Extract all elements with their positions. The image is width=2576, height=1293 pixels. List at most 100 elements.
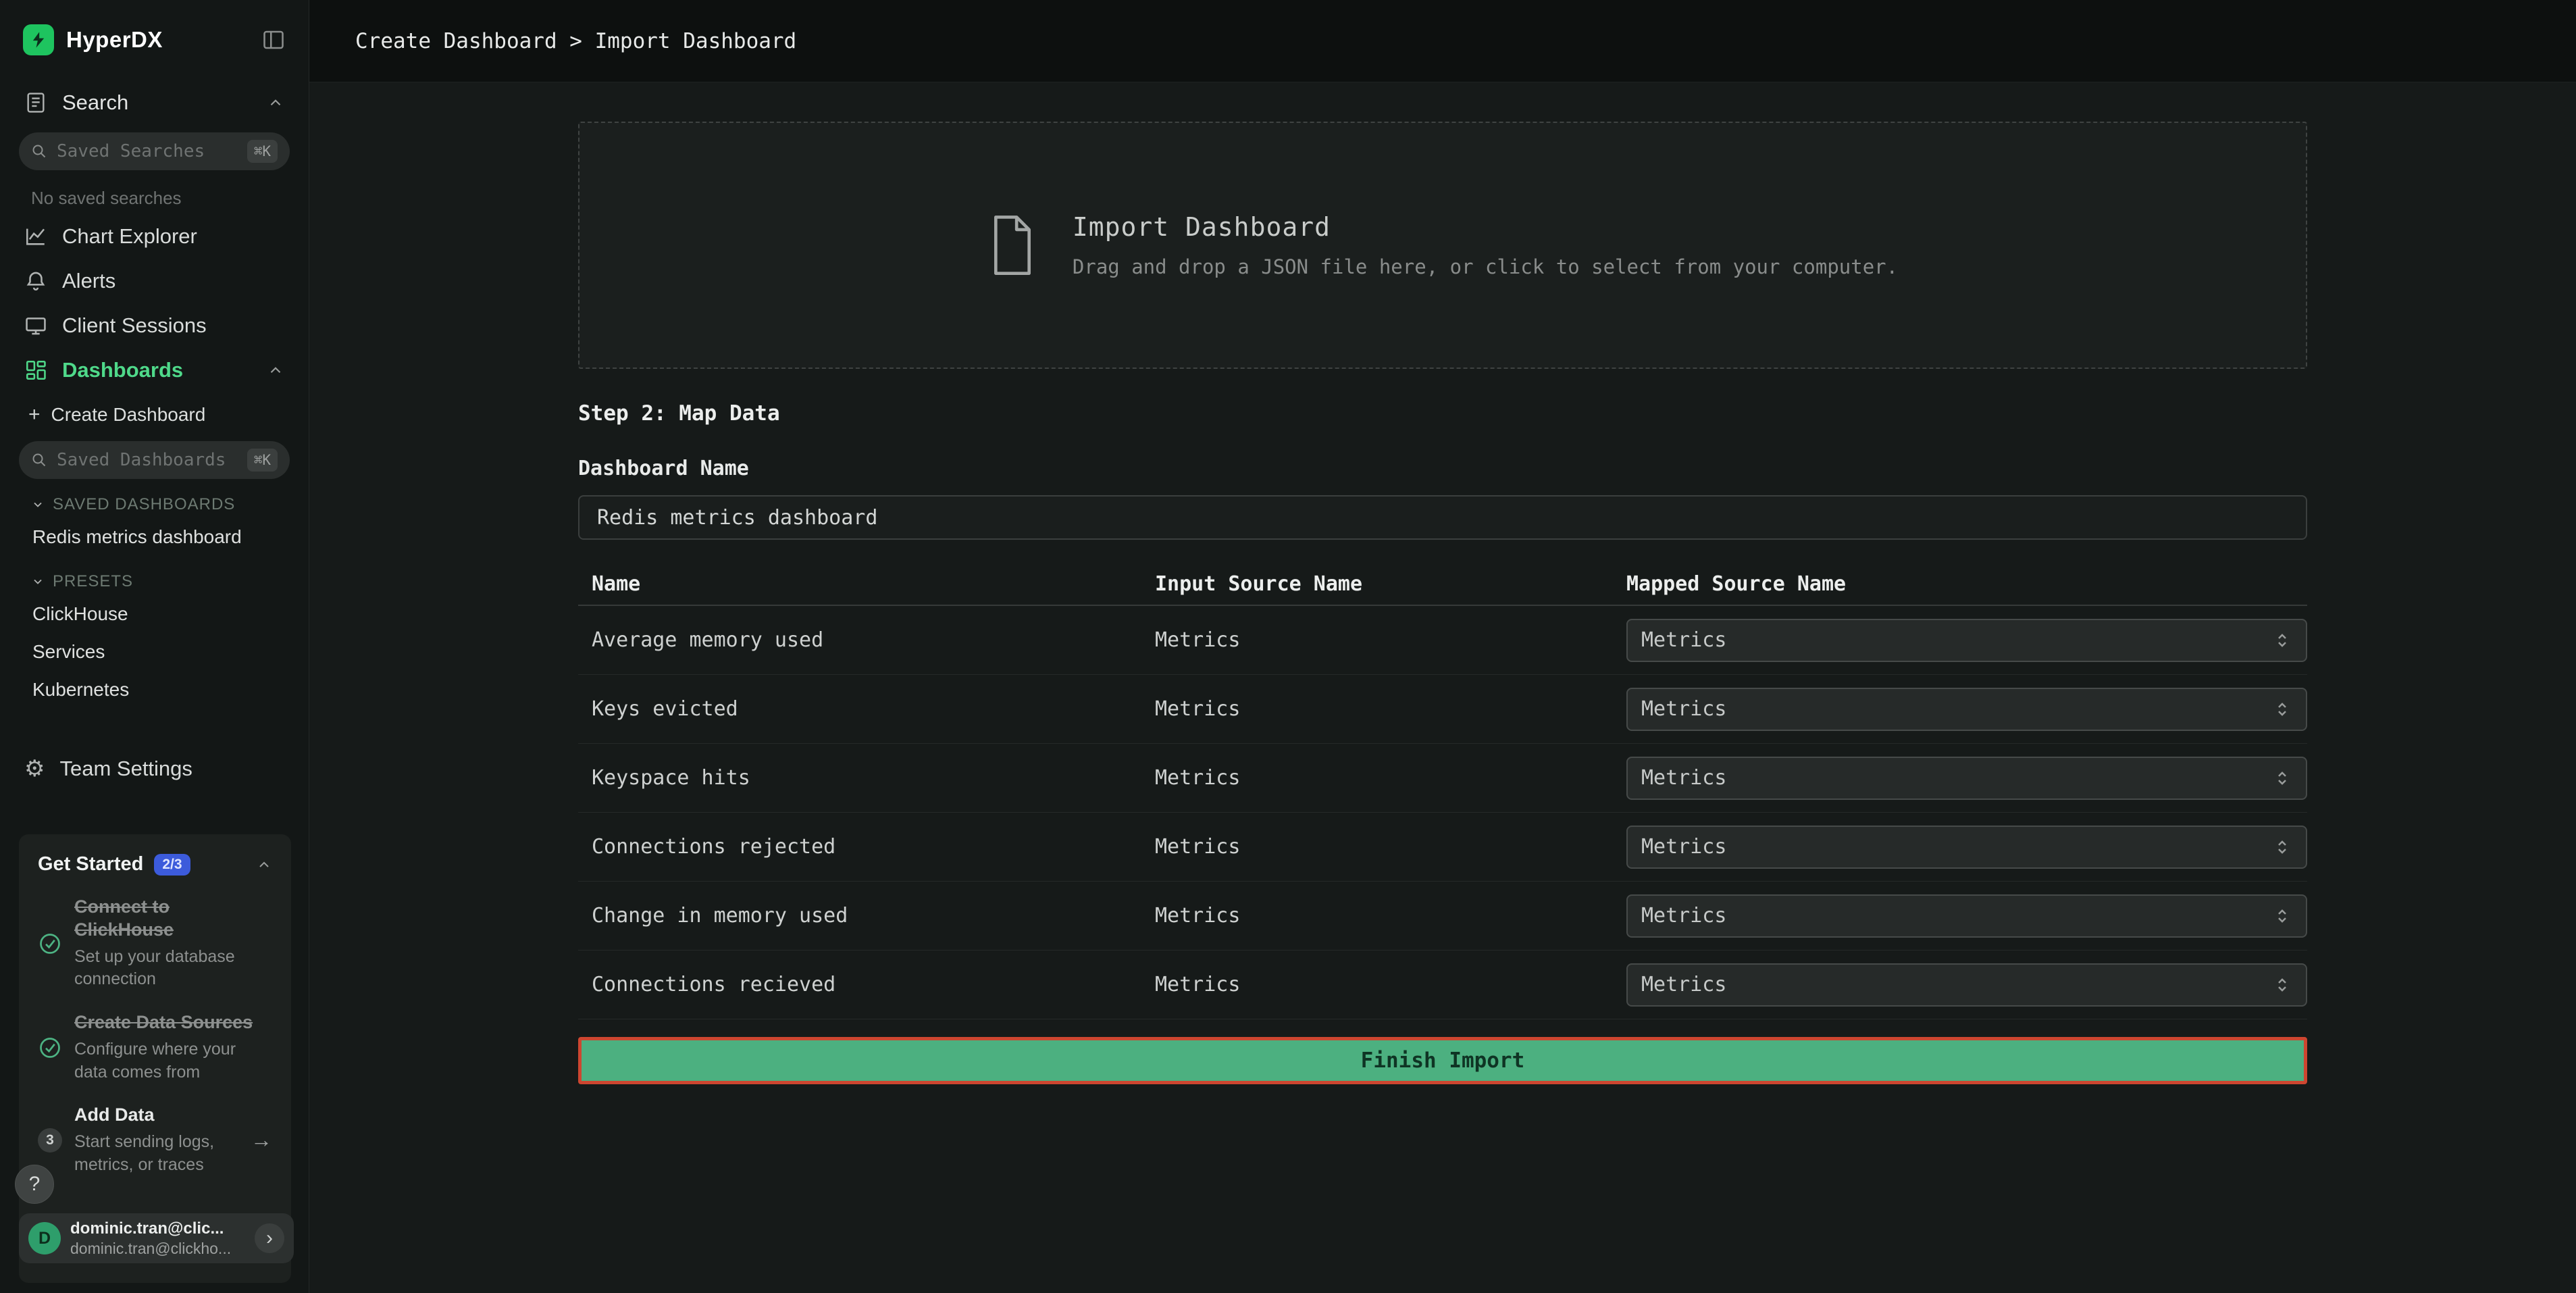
chevron-up-icon — [256, 857, 272, 873]
create-dashboard-button[interactable]: + Create Dashboard — [0, 392, 309, 434]
check-circle-icon — [38, 932, 62, 956]
mapped-source-select[interactable]: Metrics — [1626, 894, 2307, 938]
sidebar: HyperDX Search — [0, 0, 309, 1293]
presets-section-header[interactable]: PRESETS — [31, 572, 309, 591]
column-header-name: Name — [592, 572, 1155, 596]
mapping-table: Name Input Source Name Mapped Source Nam… — [578, 563, 2307, 1019]
get-started-header[interactable]: Get Started 2/3 — [38, 853, 272, 876]
search-section-label: Search — [62, 91, 128, 115]
step-title: Create Data Sources — [74, 1011, 272, 1034]
onboarding-step-sources[interactable]: Create Data Sources Configure where your… — [38, 1011, 272, 1084]
step-2-label: Step 2: Map Data — [578, 401, 2307, 426]
shortcut-badge: ⌘K — [247, 140, 278, 163]
mapped-source-select[interactable]: Metrics — [1626, 963, 2307, 1007]
table-row: Change in memory used Metrics Metrics — [578, 882, 2307, 950]
sidebar-item-chart-explorer[interactable]: Chart Explorer — [0, 214, 309, 259]
chevron-down-icon — [31, 498, 45, 511]
import-dropzone[interactable]: Import Dashboard Drag and drop a JSON fi… — [578, 122, 2307, 369]
table-row: Connections rejected Metrics Metrics — [578, 813, 2307, 882]
step-desc: Set up your database connection — [74, 946, 272, 992]
chart-name-cell: Keys evicted — [592, 697, 1155, 721]
arrow-right-icon: → — [251, 1127, 272, 1152]
table-row: Connections recieved Metrics Metrics — [578, 950, 2307, 1019]
select-value: Metrics — [1641, 628, 1726, 652]
user-account-row[interactable]: D dominic.tran@clic... dominic.tran@clic… — [19, 1213, 294, 1263]
dropzone-subtitle: Drag and drop a JSON file here, or click… — [1073, 255, 1898, 278]
onboarding-step-connect[interactable]: Connect to ClickHouse Set up your databa… — [38, 896, 272, 991]
saved-searches-searchbox[interactable]: ⌘K — [19, 132, 290, 170]
step-title: Add Data — [74, 1104, 238, 1127]
sidebar-item-label: Alerts — [62, 269, 115, 293]
file-icon — [987, 213, 1037, 277]
sidebar-item-label: Team Settings — [59, 757, 192, 781]
dashboard-name-label: Dashboard Name — [578, 457, 2307, 480]
select-value: Metrics — [1641, 697, 1726, 721]
sidebar-item-kubernetes-preset[interactable]: Kubernetes — [0, 671, 309, 709]
section-label-text: SAVED DASHBOARDS — [53, 495, 235, 514]
sidebar-header: HyperDX — [0, 0, 309, 80]
saved-dashboards-searchbox[interactable]: ⌘K — [19, 441, 290, 479]
chart-icon — [24, 225, 47, 248]
sidebar-item-client-sessions[interactable]: Client Sessions — [0, 303, 309, 348]
mapped-source-select[interactable]: Metrics — [1626, 688, 2307, 731]
sidebar-item-dashboards[interactable]: Dashboards — [0, 348, 309, 392]
sidebar-item-search[interactable]: Search — [0, 80, 309, 126]
table-row: Average memory used Metrics Metrics — [578, 606, 2307, 675]
dropzone-text: Import Dashboard Drag and drop a JSON fi… — [1073, 212, 1898, 278]
sidebar-item-team-settings[interactable]: ⚙ Team Settings — [0, 746, 309, 791]
user-texts: dominic.tran@clic... dominic.tran@clickh… — [70, 1219, 245, 1258]
logo-text: HyperDX — [66, 27, 163, 53]
shortcut-badge: ⌘K — [247, 449, 278, 472]
sidebar-item-services-preset[interactable]: Services — [0, 633, 309, 671]
avatar: D — [28, 1222, 61, 1254]
search-section-icon — [24, 91, 47, 114]
step-number-badge: 3 — [38, 1128, 62, 1152]
main-panel: Create Dashboard > Import Dashboard Impo… — [309, 0, 2576, 1293]
chart-name-cell: Keyspace hits — [592, 766, 1155, 790]
content-area: Import Dashboard Drag and drop a JSON fi… — [309, 82, 2576, 1293]
select-value: Metrics — [1641, 973, 1726, 996]
sidebar-item-redis-dashboard[interactable]: Redis metrics dashboard — [0, 518, 309, 556]
sidebar-item-label: Client Sessions — [62, 313, 207, 338]
chevron-up-down-icon — [2272, 630, 2292, 651]
bolt-icon — [29, 30, 48, 49]
saved-searches-input[interactable] — [57, 141, 238, 161]
hyperdx-logo[interactable] — [23, 24, 54, 55]
bell-icon — [24, 270, 47, 293]
select-value: Metrics — [1641, 904, 1726, 928]
select-value: Metrics — [1641, 766, 1726, 790]
chevron-up-down-icon — [2272, 768, 2292, 788]
mapped-source-select[interactable]: Metrics — [1626, 826, 2307, 869]
table-row: Keyspace hits Metrics Metrics — [578, 744, 2307, 813]
input-source-cell: Metrics — [1155, 628, 1626, 652]
column-header-mapped-source: Mapped Source Name — [1626, 572, 2307, 596]
user-email: dominic.tran@clickho... — [70, 1240, 245, 1258]
mapped-source-select[interactable]: Metrics — [1626, 619, 2307, 662]
input-source-cell: Metrics — [1155, 904, 1626, 928]
dashboard-name-input[interactable] — [578, 495, 2307, 540]
sidebar-item-alerts[interactable]: Alerts — [0, 259, 309, 303]
table-row: Keys evicted Metrics Metrics — [578, 675, 2307, 744]
breadcrumb[interactable]: Create Dashboard > Import Dashboard — [355, 29, 796, 53]
sidebar-item-label: Chart Explorer — [62, 224, 197, 249]
sidebar-collapse-icon[interactable] — [261, 28, 286, 52]
input-source-cell: Metrics — [1155, 835, 1626, 859]
input-source-cell: Metrics — [1155, 766, 1626, 790]
check-circle-icon — [38, 1036, 62, 1060]
step-title: Connect to ClickHouse — [74, 896, 272, 942]
mapped-source-select[interactable]: Metrics — [1626, 757, 2307, 800]
monitor-icon — [24, 314, 47, 337]
topbar: Create Dashboard > Import Dashboard — [309, 0, 2576, 82]
chevron-up-icon — [267, 361, 284, 379]
magnifier-icon — [31, 143, 47, 159]
app-root: HyperDX Search — [0, 0, 2576, 1293]
sidebar-item-clickhouse-preset[interactable]: ClickHouse — [0, 595, 309, 633]
saved-dashboards-input[interactable] — [57, 450, 238, 470]
finish-import-button[interactable]: Finish Import — [578, 1037, 2307, 1084]
step-desc: Configure where your data comes from — [74, 1038, 272, 1084]
help-button[interactable]: ? — [15, 1165, 54, 1204]
magnifier-icon — [31, 452, 47, 468]
onboarding-step-add-data[interactable]: 3 Add Data Start sending logs, metrics, … — [38, 1104, 272, 1176]
saved-dashboards-section-header[interactable]: SAVED DASHBOARDS — [31, 495, 309, 514]
chevron-up-down-icon — [2272, 975, 2292, 995]
